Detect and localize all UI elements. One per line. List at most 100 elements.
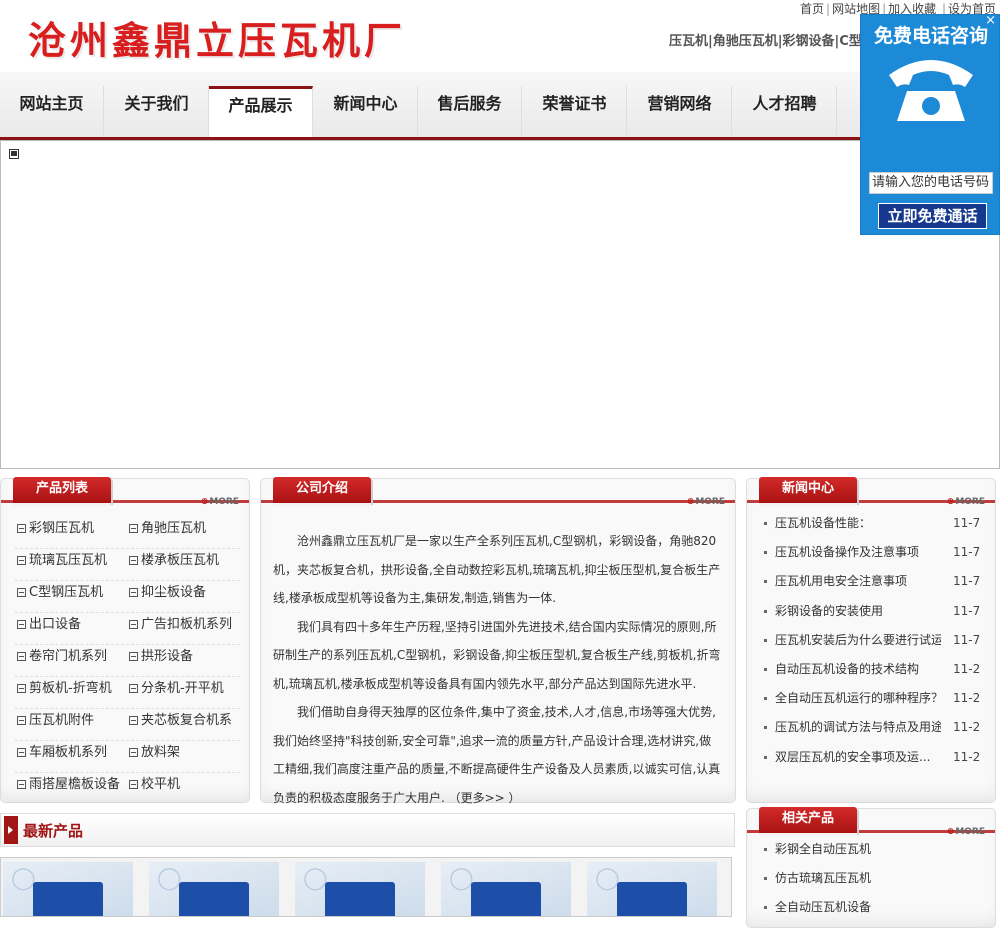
- news-date: 11-7: [953, 516, 981, 530]
- list-item[interactable]: 压瓦机的调试方法与特点及用途 11-2: [761, 713, 991, 742]
- news-title-link[interactable]: 压瓦机的调试方法与特点及用途: [775, 713, 941, 742]
- site-logo[interactable]: 沧州鑫鼎立压瓦机厂: [28, 10, 406, 65]
- collapse-icon: [129, 684, 138, 693]
- machine-image: [617, 882, 687, 916]
- nav-news[interactable]: 新闻中心: [314, 86, 418, 137]
- close-icon[interactable]: ×: [985, 13, 996, 28]
- news-title-link[interactable]: 全自动压瓦机运行的哪种程序？: [775, 684, 941, 713]
- collapse-icon: [17, 684, 26, 693]
- list-item: C型钢压瓦机 抑尘板设备: [15, 581, 240, 613]
- latest-products-title: 最新产品: [23, 822, 84, 840]
- news-date: 11-7: [953, 545, 981, 560]
- callback-title: 免费电话咨询: [873, 25, 988, 47]
- category-link[interactable]: 卷帘门机系列: [17, 645, 107, 669]
- intro-paragraph: 我们借助自身得天独厚的区位条件,集中了资金,技术,人才,信息,市场等强大优势,我…: [273, 705, 721, 805]
- category-link[interactable]: 楼承板压瓦机: [129, 549, 219, 573]
- watermark-icon: ◯: [595, 866, 620, 891]
- category-link[interactable]: 剪板机-折弯机: [17, 677, 112, 701]
- list-item[interactable]: 彩钢设备的安装使用 11-7: [761, 597, 991, 626]
- list-item[interactable]: 自动压瓦机设备的技术结构 11-2: [761, 655, 991, 684]
- related-products-title: 相关产品: [759, 807, 857, 836]
- collapse-icon: [129, 524, 138, 533]
- news-title-link[interactable]: 彩钢设备的安装使用: [775, 597, 941, 626]
- list-item: 车厢板机系列 放料架: [15, 741, 240, 773]
- news-title-link[interactable]: 双层压瓦机的安全事项及运...: [775, 743, 941, 772]
- category-link[interactable]: 雨搭屋檐板设备: [17, 773, 120, 797]
- more-link[interactable]: MORE: [687, 497, 725, 507]
- list-item[interactable]: 全自动压瓦机设备: [761, 893, 991, 922]
- more-link[interactable]: MORE: [947, 497, 985, 507]
- nav-jobs[interactable]: 人才招聘: [733, 86, 837, 137]
- main-nav: 网站主页 关于我们 产品展示 新闻中心 售后服务 荣誉证书 营销网络 人才招聘: [0, 72, 1000, 140]
- watermark-icon: ◯: [449, 866, 474, 891]
- watermark-icon: ◯: [157, 866, 182, 891]
- news-date: 11-7: [953, 632, 981, 647]
- nav-products[interactable]: 产品展示: [209, 86, 313, 137]
- collapse-icon: [17, 556, 26, 565]
- list-item[interactable]: 压瓦机设备性能： 11-7: [761, 509, 991, 538]
- news-date: 11-2: [953, 691, 981, 706]
- category-link[interactable]: 彩钢压瓦机: [17, 517, 94, 541]
- collapse-icon: [129, 588, 138, 597]
- news-title-link[interactable]: 压瓦机安装后为什么要进行试运转: [775, 626, 941, 655]
- broken-image-icon: [9, 149, 19, 159]
- machine-image: [325, 882, 395, 916]
- nav-honors[interactable]: 荣誉证书: [523, 86, 627, 137]
- collapse-icon: [129, 748, 138, 757]
- category-link[interactable]: 抑尘板设备: [129, 581, 206, 605]
- news-title: 新闻中心: [759, 477, 857, 506]
- company-intro-panel: 公司介绍 MORE 沧州鑫鼎立压瓦机厂是一家以生产全系列压瓦机,C型钢机，彩钢设…: [260, 477, 736, 805]
- nav-about[interactable]: 关于我们: [105, 86, 209, 137]
- list-item[interactable]: 压瓦机用电安全注意事项 11-7: [761, 567, 991, 596]
- collapse-icon: [129, 780, 138, 789]
- related-products-panel: 相关产品 MORE 彩钢全自动压瓦机 仿古琉璃瓦压瓦机 全自动压瓦机设备: [746, 807, 996, 928]
- nav-service[interactable]: 售后服务: [418, 86, 522, 137]
- machine-image: [179, 882, 249, 916]
- product-category-list: 彩钢压瓦机 角驰压瓦机 琉璃瓦压瓦机 楼承板压瓦机 C型钢压瓦机 抑尘板设备 出口设备…: [15, 517, 240, 805]
- category-link[interactable]: 拱形设备: [129, 645, 193, 669]
- list-item[interactable]: 压瓦机设备操作及注意事项 11-7: [761, 538, 991, 567]
- related-product-link[interactable]: 仿古琉璃瓦压瓦机: [775, 864, 871, 893]
- news-title-link[interactable]: 自动压瓦机设备的技术结构: [775, 655, 941, 684]
- free-call-button[interactable]: 立即免费通话: [878, 203, 987, 229]
- category-link[interactable]: 压瓦机附件: [17, 709, 94, 733]
- intro-paragraph: 沧州鑫鼎立压瓦机厂是一家以生产全系列压瓦机,C型钢机，彩钢设备，角驰820机，夹…: [273, 534, 721, 605]
- news-title-link[interactable]: 压瓦机设备性能：: [775, 509, 941, 538]
- list-item[interactable]: 彩钢全自动压瓦机: [761, 835, 991, 864]
- list-item[interactable]: 全自动压瓦机运行的哪种程序？ 11-2: [761, 684, 991, 713]
- news-date: 11-2: [953, 749, 981, 764]
- category-link[interactable]: 车厢板机系列: [17, 741, 107, 765]
- related-product-link[interactable]: 全自动压瓦机设备: [775, 893, 871, 922]
- collapse-icon: [17, 588, 26, 597]
- banner-area: [0, 140, 1000, 469]
- company-intro-text: 沧州鑫鼎立压瓦机厂是一家以生产全系列压瓦机,C型钢机，彩钢设备，角驰820机，夹…: [273, 527, 723, 812]
- list-item[interactable]: 压瓦机安装后为什么要进行试运转 11-7: [761, 626, 991, 655]
- category-link[interactable]: 广告扣板机系列: [129, 613, 232, 637]
- toplink-home[interactable]: 首页: [800, 2, 824, 16]
- category-link[interactable]: 琉璃瓦压瓦机: [17, 549, 107, 573]
- related-product-link[interactable]: 彩钢全自动压瓦机: [775, 835, 871, 864]
- category-link[interactable]: 分条机-开平机: [129, 677, 224, 701]
- list-item: 彩钢压瓦机 角驰压瓦机: [15, 517, 240, 549]
- category-link[interactable]: 角驰压瓦机: [129, 517, 206, 541]
- list-item[interactable]: 双层压瓦机的安全事项及运... 11-2: [761, 743, 991, 772]
- nav-home[interactable]: 网站主页: [0, 86, 104, 137]
- collapse-icon: [17, 524, 26, 533]
- nav-network[interactable]: 营销网络: [628, 86, 732, 137]
- news-title-link[interactable]: 压瓦机用电安全注意事项: [775, 567, 941, 596]
- machine-image: [471, 882, 541, 916]
- list-item: 雨搭屋檐板设备 校平机: [15, 773, 240, 805]
- category-link[interactable]: C型钢压瓦机: [17, 581, 103, 605]
- news-date: 11-7: [953, 574, 981, 589]
- more-link[interactable]: MORE: [201, 497, 239, 507]
- category-link[interactable]: 出口设备: [17, 613, 81, 637]
- list-item: 压瓦机附件 夹芯板复合机系: [15, 709, 240, 741]
- category-link[interactable]: 校平机: [129, 773, 180, 797]
- category-link[interactable]: 放料架: [129, 741, 180, 765]
- list-item: 剪板机-折弯机 分条机-开平机: [15, 677, 240, 709]
- phone-number-input[interactable]: 请输入您的电话号码: [869, 172, 993, 194]
- collapse-icon: [129, 620, 138, 629]
- list-item[interactable]: 仿古琉璃瓦压瓦机: [761, 864, 991, 893]
- news-title-link[interactable]: 压瓦机设备操作及注意事项: [775, 538, 941, 567]
- category-link[interactable]: 夹芯板复合机系: [129, 709, 232, 733]
